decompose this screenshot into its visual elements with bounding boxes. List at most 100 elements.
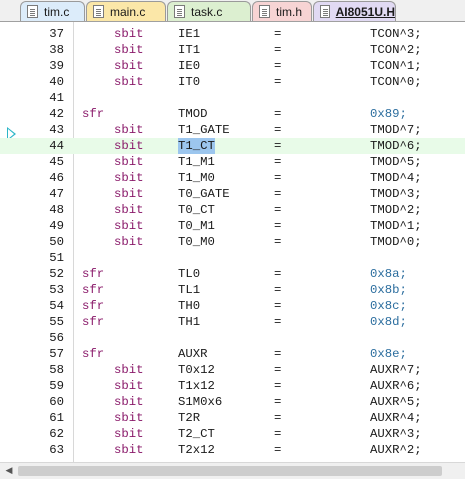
symbol-name: S1M0x6 [178,395,223,409]
code-line[interactable]: 52 sfr TL0 = 0x8a; [0,266,465,282]
symbol-value: TMOD^4; [370,171,422,185]
code-line[interactable]: 41 [0,90,465,106]
symbol-name: T0_M1 [178,219,215,233]
assign-operator: = [274,43,282,57]
symbol-value: AUXR^6; [370,379,422,393]
code-line[interactable]: 49 sbit T0_M1 = TMOD^1; [0,218,465,234]
symbol-name: T0_M0 [178,235,215,249]
symbol-name: TL0 [178,267,201,281]
code-line[interactable]: 63 sbit T2x12 = AUXR^2; [0,442,465,458]
assign-operator: = [274,219,282,233]
symbol-name: AUXR [178,347,208,361]
bottom-strip [0,479,465,483]
symbol-name: T1_GATE [178,123,230,137]
file-icon [93,5,104,18]
assign-operator: = [274,443,282,457]
code-line[interactable]: 45 sbit T1_M1 = TMOD^5; [0,154,465,170]
line-number: 41 [49,91,64,105]
scrollbar-thumb[interactable] [18,466,442,476]
assign-operator: = [274,315,282,329]
code-line[interactable]: 39 sbit IE0 = TCON^1; [0,58,465,74]
line-number: 45 [49,155,64,169]
code-line[interactable]: 44 sbit T1_CT = TMOD^6; [0,138,465,154]
keyword: sfr [82,299,105,313]
keyword: sbit [114,27,144,41]
code-line[interactable]: 38 sbit IT1 = TCON^2; [0,42,465,58]
code-line[interactable]: 62 sbit T2_CT = AUXR^3; [0,426,465,442]
line-number: 43 [49,123,64,137]
keyword: sbit [114,427,144,441]
symbol-value: 0x8d; [370,315,407,329]
keyword: sbit [114,411,144,425]
keyword: sbit [114,443,144,457]
code-line[interactable]: 60 sbit S1M0x6 = AUXR^5; [0,394,465,410]
keyword: sbit [114,363,144,377]
assign-operator: = [274,379,282,393]
assign-operator: = [274,107,282,121]
tab-tim-c[interactable]: tim.c [20,1,85,21]
code-line[interactable]: 46 sbit T1_M0 = TMOD^4; [0,170,465,186]
assign-operator: = [274,427,282,441]
keyword: sbit [114,123,144,137]
assign-operator: = [274,59,282,73]
symbol-name: T2_CT [178,427,215,441]
line-number: 48 [49,203,64,217]
keyword: sfr [82,107,105,121]
tab-tim-h[interactable]: tim.h [252,1,312,21]
tab-label: tim.h [276,4,303,19]
symbol-name: TH0 [178,299,201,313]
file-icon [320,5,330,18]
symbol-name: T0_CT [178,203,215,217]
symbol-name: T1_M1 [178,155,215,169]
code-line[interactable]: 51 [0,250,465,266]
code-line[interactable]: 55 sfr TH1 = 0x8d; [0,314,465,330]
symbol-name: TH1 [178,315,201,329]
code-line[interactable]: 54 sfr TH0 = 0x8c; [0,298,465,314]
code-line[interactable]: 59 sbit T1x12 = AUXR^6; [0,378,465,394]
code-line[interactable]: 53 sfr TL1 = 0x8b; [0,282,465,298]
line-number: 39 [49,59,64,73]
symbol-value: TMOD^0; [370,235,422,249]
code-line[interactable]: 42 sfr TMOD = 0x89; [0,106,465,122]
symbol-name: T2x12 [178,443,215,457]
line-number: 52 [49,267,64,281]
line-number: 38 [49,43,64,57]
symbol-name: T1_CT [178,138,215,154]
assign-operator: = [274,75,282,89]
code-line[interactable]: 56 [0,330,465,346]
symbol-value: TCON^0; [370,75,422,89]
symbol-value: TMOD^7; [370,123,422,137]
code-line[interactable]: 37 sbit IE1 = TCON^3; [0,26,465,42]
scroll-left-icon[interactable]: ◀ [1,463,17,479]
assign-operator: = [274,363,282,377]
symbol-value: AUXR^7; [370,363,422,377]
code-line[interactable]: 58 sbit T0x12 = AUXR^7; [0,362,465,378]
symbol-value: TMOD^5; [370,155,422,169]
code-line[interactable]: 47 sbit T0_GATE = TMOD^3; [0,186,465,202]
symbol-name: T1_M0 [178,171,215,185]
tab-ai8051u-h[interactable]: AI8051U.H [313,1,396,21]
symbol-name: IE1 [178,27,201,41]
horizontal-scrollbar[interactable]: ◀ [0,462,465,479]
symbol-name: T1x12 [178,379,215,393]
tab-main-c[interactable]: main.c [86,1,166,21]
symbol-name: T0x12 [178,363,215,377]
assign-operator: = [274,235,282,249]
code-editor[interactable]: 37 sbit IE1 = TCON^3; 38 sbit IT1 = TCON^2; 39 sbit… [0,22,465,462]
assign-operator: = [274,171,282,185]
symbol-value: TMOD^3; [370,187,422,201]
line-number: 49 [49,219,64,233]
code-line[interactable]: 48 sbit T0_CT = TMOD^2; [0,202,465,218]
code-line[interactable]: 61 sbit T2R = AUXR^4; [0,410,465,426]
tab-task-c[interactable]: task.c [167,1,251,21]
code-line[interactable]: 50 sbit T0_M0 = TMOD^0; [0,234,465,250]
line-number: 56 [49,331,64,345]
symbol-value: TMOD^2; [370,203,422,217]
code-line[interactable]: 40 sbit IT0 = TCON^0; [0,74,465,90]
keyword: sfr [82,347,105,361]
keyword: sbit [114,219,144,233]
code-line[interactable]: 57 sfr AUXR = 0x8e; [0,346,465,362]
line-number: 54 [49,299,64,313]
keyword: sbit [114,235,144,249]
code-line[interactable]: 43 sbit T1_GATE = TMOD^7; [0,122,465,138]
